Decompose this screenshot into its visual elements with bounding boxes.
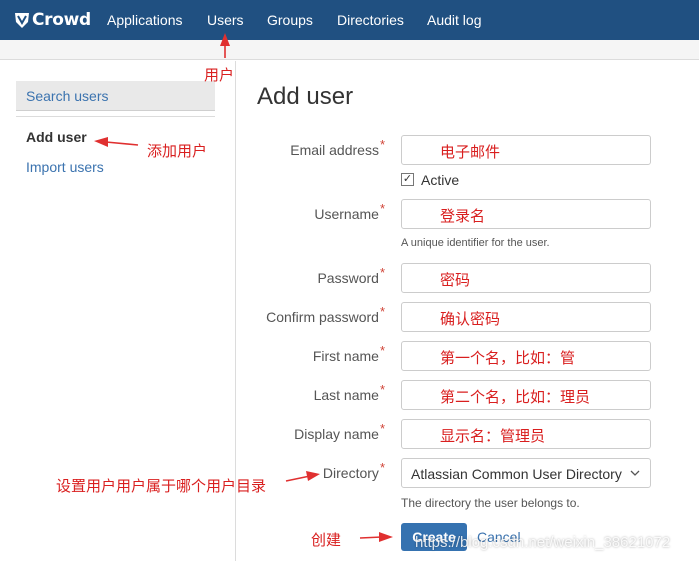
nav-groups[interactable]: Groups: [267, 11, 313, 29]
display-name-field[interactable]: 显示名：管理员: [401, 419, 651, 449]
display-name-label: Display name*: [294, 421, 385, 442]
crowd-shield-icon: [15, 13, 29, 28]
nav-applications[interactable]: Applications: [107, 11, 183, 29]
sidebar-item-add-user[interactable]: Add user: [26, 129, 87, 145]
page-title: Add user: [257, 83, 354, 110]
email-field[interactable]: 电子邮件: [401, 135, 651, 165]
password-label: Password*: [317, 265, 385, 286]
username-label: Username*: [314, 201, 385, 222]
annotation-users: 用户: [204, 66, 235, 84]
annotation-create: 创建: [311, 531, 342, 549]
directory-label: Directory*: [322, 460, 385, 481]
sidebar-item-import-users[interactable]: Import users: [26, 159, 104, 175]
annotation-add-user: 添加用户: [147, 142, 208, 160]
email-label: Email address*: [290, 137, 385, 158]
username-hint: A unique identifier for the user.: [401, 237, 550, 249]
password-field[interactable]: 密码: [401, 263, 651, 293]
first-name-label: First name*: [312, 343, 385, 364]
sidebar-item-search-users[interactable]: Search users: [16, 81, 215, 111]
nav-users[interactable]: Users: [207, 11, 244, 29]
active-label: Active: [421, 172, 460, 188]
last-name-field[interactable]: 第二个名，比如：理员: [401, 380, 651, 410]
confirm-password-field[interactable]: 确认密码: [401, 302, 651, 332]
brand-name: Crowd: [32, 10, 91, 30]
crowd-logo[interactable]: Crowd: [14, 9, 91, 31]
required-marker: *: [379, 265, 385, 280]
required-marker: *: [379, 137, 385, 152]
username-field[interactable]: 登录名: [401, 199, 651, 229]
nav-audit-log[interactable]: Audit log: [427, 11, 481, 29]
directory-hint: The directory the user belongs to.: [401, 496, 580, 510]
confirm-password-label: Confirm password*: [266, 304, 385, 325]
required-marker: *: [379, 382, 385, 397]
last-name-label: Last name*: [313, 382, 385, 403]
required-marker: *: [379, 421, 385, 436]
top-navigation-bar: Crowd Applications Users Groups Director…: [0, 0, 699, 40]
annotation-directory: 设置用户用户属于哪个用户目录: [56, 477, 267, 495]
required-marker: *: [379, 304, 385, 319]
sub-header-bar: [0, 40, 699, 60]
required-marker: *: [379, 343, 385, 358]
active-checkbox[interactable]: ✓: [401, 173, 414, 186]
nav-directories[interactable]: Directories: [337, 11, 404, 29]
required-marker: *: [379, 460, 385, 475]
watermark: https://blog.csdn.net/weixin_38621072: [415, 534, 671, 551]
directory-select[interactable]: Atlassian Common User Directory: [401, 458, 651, 488]
directory-selected-value: Atlassian Common User Directory: [411, 466, 622, 482]
required-marker: *: [379, 201, 385, 216]
chevron-down-icon: [630, 470, 640, 476]
sidebar-divider: [16, 116, 215, 117]
first-name-field[interactable]: 第一个名，比如：管: [401, 341, 651, 371]
